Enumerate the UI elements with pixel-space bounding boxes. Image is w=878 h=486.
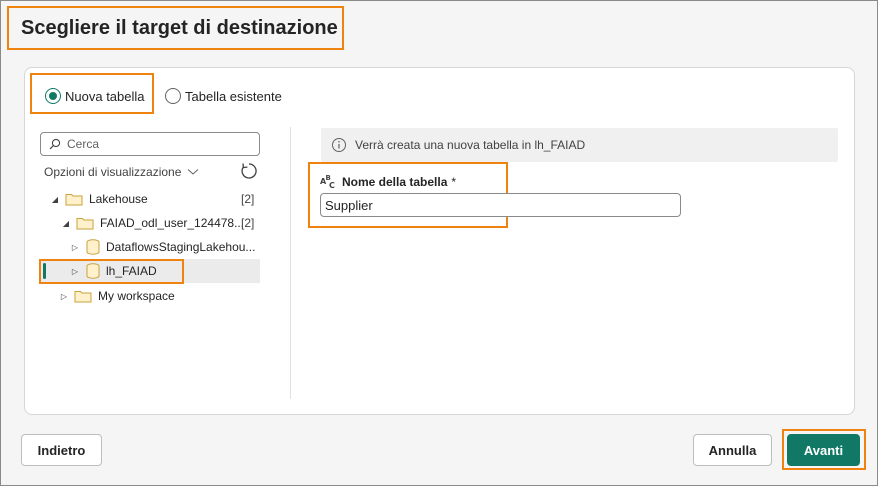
tree-item-label: DataflowsStagingLakehou... [106, 240, 256, 254]
radio-new-table[interactable]: Nuova tabella [45, 88, 145, 104]
info-message-text: Verrà creata una nuova tabella in lh_FAI… [355, 138, 586, 152]
table-name-label-text: Nome della tabella [342, 175, 448, 189]
tree-item-count: [2] [241, 192, 255, 206]
folder-icon [65, 192, 83, 206]
svg-text:C: C [329, 181, 335, 190]
view-options-label: Opzioni di visualizzazione [44, 165, 182, 179]
next-button[interactable]: Avanti [787, 434, 860, 466]
folder-icon [74, 289, 92, 303]
table-name-label: ABC Nome della tabella * [320, 174, 456, 190]
radio-existing-table[interactable]: Tabella esistente [165, 88, 282, 104]
cancel-button[interactable]: Annulla [693, 434, 772, 466]
refresh-icon [240, 162, 258, 180]
folder-icon [76, 216, 94, 230]
dialog-title: Scegliere il target di destinazione [21, 16, 338, 39]
text-type-icon: ABC [320, 174, 338, 190]
tree-item-my-workspace[interactable]: ▷ My workspace [59, 285, 175, 307]
radio-unchecked-icon[interactable] [165, 88, 181, 104]
panel-divider [290, 127, 291, 399]
chevron-down-icon [187, 168, 199, 176]
tree-item-count: [2] [241, 216, 255, 230]
refresh-button[interactable] [238, 160, 260, 182]
tree-item-lakehouse[interactable]: ◢ Lakehouse [2] [50, 188, 254, 210]
back-button[interactable]: Indietro [21, 434, 102, 466]
tree-item-workspace[interactable]: ◢ FAIAD_odl_user_124478... [2] [61, 212, 254, 234]
tree-item-label: My workspace [98, 289, 175, 303]
caret-expanded-icon[interactable]: ◢ [61, 219, 71, 228]
search-input[interactable] [67, 137, 247, 151]
info-icon [331, 137, 347, 153]
required-mark: * [451, 175, 457, 189]
caret-collapsed-icon[interactable]: ▷ [59, 292, 69, 301]
info-message-bar: Verrà creata una nuova tabella in lh_FAI… [321, 128, 838, 162]
caret-expanded-icon[interactable]: ◢ [50, 195, 60, 204]
tree-item-label: Lakehouse [89, 192, 148, 206]
search-box[interactable] [40, 132, 260, 156]
tree-item-dataflows-staging[interactable]: ▷ DataflowsStagingLakehou... [70, 236, 255, 258]
title-highlight: Scegliere il target di destinazione [7, 6, 344, 50]
tree-item-label: FAIAD_odl_user_124478... [100, 216, 245, 230]
lh-faiad-highlight [39, 259, 184, 284]
table-name-input[interactable] [320, 193, 681, 217]
radio-existing-table-label: Tabella esistente [185, 88, 282, 104]
database-icon [86, 239, 100, 255]
radio-new-table-label: Nuova tabella [65, 88, 145, 104]
radio-checked-icon[interactable] [45, 88, 61, 104]
view-options[interactable]: Opzioni di visualizzazione [44, 165, 199, 179]
search-icon [49, 138, 61, 150]
caret-collapsed-icon[interactable]: ▷ [70, 243, 80, 252]
